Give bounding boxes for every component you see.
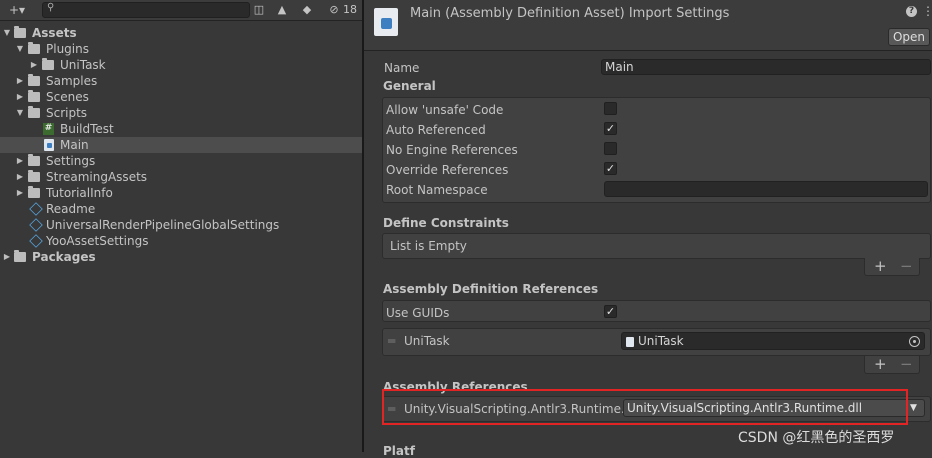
folder-icon <box>28 90 40 102</box>
override-references-label: Override References <box>386 163 509 177</box>
assembly-definition-icon <box>44 139 54 151</box>
assembly-definition-icon <box>626 337 634 347</box>
tree-item-settings[interactable]: ▶ Settings <box>0 153 362 169</box>
root-namespace-field[interactable] <box>604 181 928 197</box>
tree-item-scripts[interactable]: ▼ Scripts <box>0 105 362 121</box>
highlight-box <box>382 389 908 425</box>
list-item-label: UniTask <box>404 334 450 348</box>
define-constraints-footer: + − <box>864 258 920 276</box>
root-namespace-label: Root Namespace <box>386 183 488 197</box>
folder-icon <box>14 26 26 38</box>
expand-arrow-icon[interactable]: ▼ <box>15 41 25 57</box>
folder-icon <box>28 74 40 86</box>
filter-by-label-icon[interactable]: ◆ <box>300 2 314 18</box>
hidden-packages-icon[interactable]: ⊘ <box>327 2 341 18</box>
filter-by-type-icon[interactable]: ▲ <box>274 2 290 18</box>
platforms-heading: Platf <box>383 444 415 458</box>
collapse-arrow-icon[interactable]: ▶ <box>15 185 25 201</box>
empty-list-text: List is Empty <box>390 239 467 253</box>
folder-icon <box>28 154 40 166</box>
asmdef-references-heading: Assembly Definition References <box>383 282 599 296</box>
script-icon: # <box>43 123 54 135</box>
auto-referenced-label: Auto Referenced <box>386 123 486 137</box>
project-toolbar: +▾ ⚲ ◫ ▲ ◆ ⊘ 18 <box>0 0 362 21</box>
folder-icon <box>42 58 54 70</box>
tree-item-plugins[interactable]: ▼ Plugins <box>0 41 362 57</box>
no-engine-references-label: No Engine References <box>386 143 518 157</box>
plus-icon[interactable]: + <box>874 258 887 274</box>
tree-item-unitask[interactable]: ▶ UniTask <box>0 57 362 73</box>
chevron-down-icon: ▼ <box>910 403 917 413</box>
use-guids-row <box>382 300 931 322</box>
collapse-arrow-icon[interactable]: ▶ <box>2 249 12 265</box>
scriptable-object-icon <box>29 218 43 232</box>
menu-icon[interactable]: ⋮ <box>922 4 932 18</box>
folder-icon <box>28 170 40 182</box>
hidden-packages-count: 18 <box>343 3 357 16</box>
define-constraints-heading: Define Constraints <box>383 216 509 230</box>
no-engine-references-checkbox[interactable] <box>604 142 617 155</box>
name-field[interactable]: Main <box>601 59 931 75</box>
allow-unsafe-label: Allow 'unsafe' Code <box>386 103 504 117</box>
expand-arrow-icon[interactable]: ▼ <box>15 105 25 121</box>
tree-item-scenes[interactable]: ▶ Scenes <box>0 89 362 105</box>
folder-icon <box>28 42 40 54</box>
tree-item-packages[interactable]: ▶ Packages <box>0 249 362 265</box>
search-input[interactable]: ⚲ <box>42 2 250 18</box>
collapse-arrow-icon[interactable]: ▶ <box>15 89 25 105</box>
help-icon[interactable]: ? <box>906 6 917 17</box>
tree-item-readme[interactable]: Readme <box>0 201 362 217</box>
drag-handle-icon[interactable]: ═ <box>388 334 395 348</box>
scriptable-object-icon <box>29 202 43 216</box>
target-icon[interactable] <box>909 336 920 347</box>
scriptable-object-icon <box>29 234 43 248</box>
folder-icon <box>28 106 40 118</box>
allow-unsafe-checkbox[interactable] <box>604 102 617 115</box>
auto-referenced-checkbox[interactable]: ✓ <box>604 122 617 135</box>
collapse-arrow-icon[interactable]: ▶ <box>15 153 25 169</box>
general-heading: General <box>383 79 436 93</box>
plus-icon[interactable]: + <box>874 356 887 372</box>
tree-item-assets[interactable]: ▼ Assets <box>0 25 362 41</box>
search-by-type-icon[interactable]: ◫ <box>252 2 266 18</box>
inspector-header: Main (Assembly Definition Asset) Import … <box>364 0 932 51</box>
assembly-definition-icon <box>374 8 398 36</box>
tree-item-urp-global-settings[interactable]: UniversalRenderPipelineGlobalSettings <box>0 217 362 233</box>
tree-item-tutorialinfo[interactable]: ▶ TutorialInfo <box>0 185 362 201</box>
inspector-title: Main (Assembly Definition Asset) Import … <box>410 6 730 21</box>
override-references-checkbox[interactable]: ✓ <box>604 162 617 175</box>
use-guids-checkbox[interactable]: ✓ <box>604 305 617 318</box>
search-icon: ⚲ <box>47 2 55 13</box>
unitask-object-field[interactable]: UniTask <box>621 332 925 350</box>
name-label: Name <box>384 61 420 75</box>
folder-icon <box>28 186 40 198</box>
add-button[interactable]: +▾ <box>4 2 30 18</box>
use-guids-label: Use GUIDs <box>386 306 450 320</box>
open-button[interactable]: Open <box>888 28 930 46</box>
collapse-arrow-icon[interactable]: ▶ <box>29 57 39 73</box>
tree-item-main[interactable]: Main <box>0 137 362 153</box>
collapse-arrow-icon[interactable]: ▶ <box>15 73 25 89</box>
minus-icon[interactable]: − <box>900 356 913 372</box>
watermark: CSDN @红黑色的圣西罗 <box>738 430 895 446</box>
expand-arrow-icon[interactable]: ▼ <box>2 25 12 41</box>
folder-icon <box>14 250 26 262</box>
tree-item-streamingassets[interactable]: ▶ StreamingAssets <box>0 169 362 185</box>
minus-icon[interactable]: − <box>900 258 913 274</box>
tree-item-samples[interactable]: ▶ Samples <box>0 73 362 89</box>
asmdef-references-footer: + − <box>864 356 920 374</box>
collapse-arrow-icon[interactable]: ▶ <box>15 169 25 185</box>
tree-item-buildtest[interactable]: # BuildTest <box>0 121 362 137</box>
tree-item-yooassetsettings[interactable]: YooAssetSettings <box>0 233 362 249</box>
